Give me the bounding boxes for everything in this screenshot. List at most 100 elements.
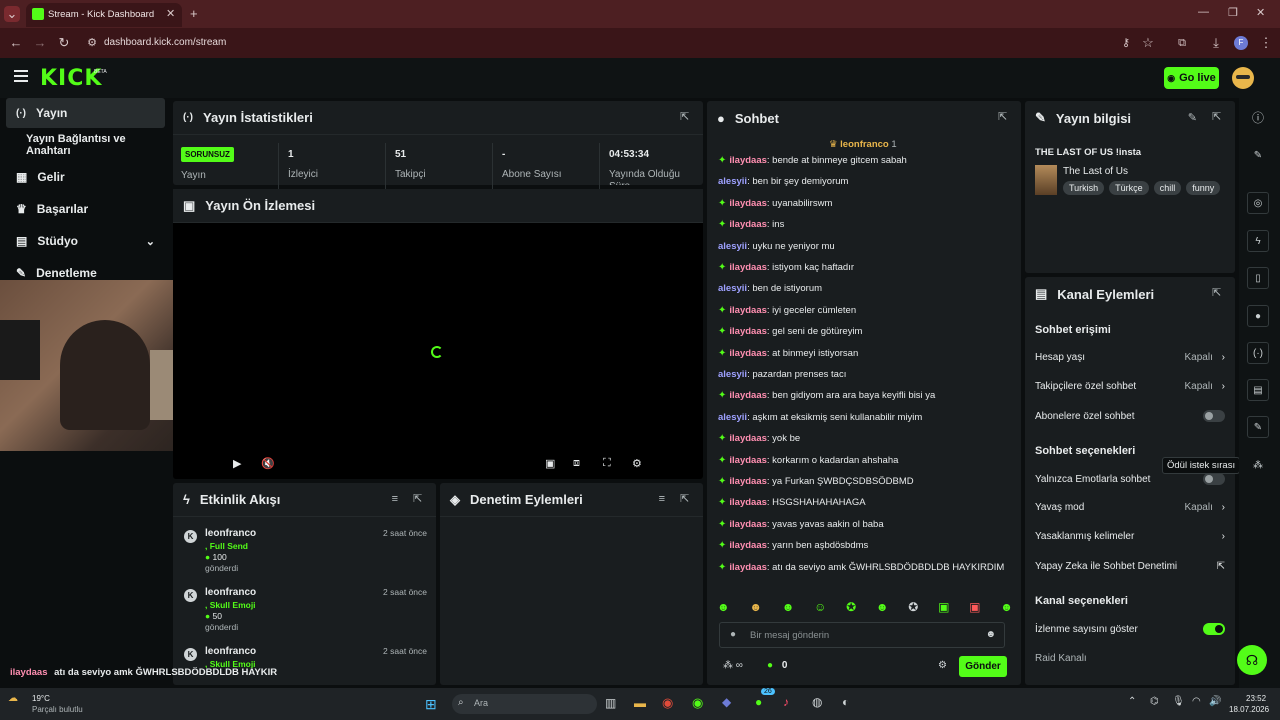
chat-username[interactable]: ilaydaas [729, 198, 767, 209]
discord-icon[interactable]: ◆ [722, 695, 731, 709]
popout-icon[interactable]: ⇱ [998, 112, 1009, 123]
sidebar-item-yayin[interactable]: (·) Yayın [6, 98, 165, 128]
broadcast-icon[interactable]: (·) [1247, 342, 1269, 364]
banned-words-option[interactable]: Yasaklanmış kelimeler › [1035, 531, 1225, 542]
emote-icon[interactable]: ☻ [717, 600, 730, 616]
activity-user[interactable]: leonfranco [205, 528, 256, 539]
account-age-option[interactable]: Hesap yaşı Kapalı › [1035, 352, 1225, 363]
chat-username[interactable]: ilaydaas [729, 497, 767, 508]
stats-icon[interactable]: ◎ [1247, 192, 1269, 214]
theatre-icon[interactable]: ⧈ [573, 457, 580, 470]
info-icon[interactable]: ⓘ [1247, 106, 1269, 128]
url-text[interactable]: dashboard.kick.com/stream [104, 37, 226, 48]
chat-username[interactable]: ilaydaas [729, 262, 767, 273]
slow-mode-option[interactable]: Yavaş mod Kapalı › [1035, 502, 1225, 513]
sidebar-item-gelir[interactable]: ▦ Gelir [6, 162, 165, 192]
reload-icon[interactable]: ↻ [56, 35, 72, 51]
clock-time[interactable]: 23:52 [1246, 694, 1266, 703]
tab-menu-icon[interactable]: ⌄ [4, 6, 20, 22]
chat-username[interactable]: ilaydaas [729, 476, 767, 487]
back-icon[interactable]: ← [8, 35, 24, 51]
popout-icon[interactable]: ⇱ [413, 494, 424, 505]
popout-icon[interactable]: ⇱ [680, 112, 691, 123]
emote-icon[interactable]: ✪ [846, 600, 856, 616]
popout-icon[interactable]: ⇱ [1212, 112, 1223, 123]
reward-queue-icon[interactable]: ⁂ [1247, 454, 1269, 476]
obs-icon[interactable]: ◐ [842, 695, 849, 709]
edit-pencil-icon[interactable]: ✎ [1188, 111, 1197, 124]
chat-username[interactable]: ilaydaas [729, 519, 767, 530]
microphone-icon[interactable]: 🎙 [1172, 696, 1185, 707]
emote-icon[interactable]: ▣ [938, 600, 949, 616]
activity-user[interactable]: leonfranco [205, 646, 256, 657]
chat-username[interactable]: alesyii [718, 369, 747, 380]
chat-username[interactable]: ilaydaas [729, 562, 767, 573]
chat-input[interactable]: ● Bir mesaj gönderin ☻ [719, 622, 1005, 648]
mute-icon[interactable]: 🔇 [261, 457, 275, 470]
profile-avatar[interactable]: F [1234, 36, 1248, 50]
raid-channel-option[interactable]: Raid Kanalı [1035, 653, 1225, 664]
sidebar-item-basarilar[interactable]: ♛ Başarılar [6, 194, 165, 224]
minimize-icon[interactable]: — [1198, 6, 1209, 18]
go-live-button[interactable]: ◉ Go live [1164, 67, 1219, 89]
chat-username[interactable]: ilaydaas [729, 305, 767, 316]
viewer-count-toggle[interactable] [1203, 623, 1225, 635]
download-icon[interactable]: ⤓ [1208, 35, 1224, 51]
steam-icon[interactable]: ◍ [812, 695, 822, 709]
support-headset-icon[interactable]: ☊ [1237, 645, 1267, 675]
chat-users-icon[interactable]: ⁂ ∞ [723, 660, 743, 671]
popout-icon[interactable]: ⇱ [1212, 288, 1223, 299]
browser-menu-icon[interactable]: ⋮ [1258, 35, 1274, 51]
fullscreen-icon[interactable]: ⛶ [603, 457, 611, 470]
bookmark-star-icon[interactable]: ☆ [1140, 35, 1156, 51]
chat-username[interactable]: ilaydaas [729, 326, 767, 337]
chat-username[interactable]: alesyii [718, 241, 747, 252]
hamburger-menu-icon[interactable] [14, 70, 28, 82]
volume-icon[interactable]: 🔊 [1209, 696, 1221, 707]
subs-only-toggle[interactable] [1203, 410, 1225, 422]
edit-pencil-icon[interactable]: ✎ [1247, 144, 1269, 166]
popout-icon[interactable]: ⇱ [680, 494, 691, 505]
pip-icon[interactable]: ▣ [545, 457, 555, 470]
taskbar-search[interactable]: ⌕ Ara [452, 694, 597, 714]
filter-icon[interactable]: ≡ [659, 493, 665, 505]
chrome-icon[interactable]: ◉ [662, 695, 673, 711]
chat-username[interactable]: alesyii [718, 176, 747, 187]
activity-user[interactable]: leonfranco [205, 587, 256, 598]
forward-icon[interactable]: → [32, 35, 48, 51]
new-tab-icon[interactable]: + [190, 6, 198, 21]
settings-gear-icon[interactable]: ⚙ [632, 457, 642, 470]
chat-username[interactable]: ilaydaas [729, 348, 767, 359]
file-explorer-icon[interactable]: ▬ [634, 696, 646, 710]
wifi-icon[interactable]: ◠ [1192, 696, 1201, 707]
pinned-gifter[interactable]: ♛ leonfranco 1 [829, 139, 897, 150]
emote-icon[interactable]: ☻ [876, 600, 889, 616]
wrench-icon[interactable]: ✎ [1247, 416, 1269, 438]
emote-icon[interactable]: ✪ [908, 600, 918, 616]
emote-icon[interactable]: ☻ [749, 600, 762, 616]
tray-chevron-icon[interactable]: ⌃ [1128, 696, 1136, 707]
emote-icon[interactable]: ☻ [782, 600, 795, 616]
tab-close-icon[interactable]: ✕ [166, 7, 175, 20]
tools-icon[interactable]: ▤ [1247, 379, 1269, 401]
chat-username[interactable]: alesyii [718, 283, 747, 294]
ai-moderation-option[interactable]: Yapay Zeka ile Sohbet Denetimi ⇱ [1035, 561, 1225, 572]
emote-only-toggle[interactable] [1203, 473, 1225, 485]
chat-username[interactable]: ilaydaas [729, 540, 767, 551]
browser-tab[interactable]: Stream - Kick Dashboard ✕ [26, 3, 182, 27]
chat-username[interactable]: ilaydaas [729, 390, 767, 401]
user-avatar[interactable] [1232, 67, 1254, 89]
maximize-icon[interactable]: ❐ [1228, 6, 1238, 19]
kick-points[interactable]: ● 0 [767, 660, 787, 671]
chat-username[interactable]: ilaydaas [729, 155, 767, 166]
weather-temp[interactable]: 19°C [32, 694, 50, 703]
chat-bubble-icon[interactable]: ● [1247, 305, 1269, 327]
task-view-icon[interactable]: ▥ [605, 696, 616, 710]
windows-start-icon[interactable]: ⊞ [425, 696, 437, 713]
emote-icon[interactable]: ▣ [969, 600, 980, 616]
spotify-icon[interactable]: ● [755, 695, 762, 709]
chat-username[interactable]: ilaydaas [729, 455, 767, 466]
sidebar-item-stream-key[interactable]: Yayın Bağlantısı ve Anahtarı [6, 130, 165, 160]
play-icon[interactable]: ▶ [233, 457, 241, 470]
emoji-picker-icon[interactable]: ☻ [985, 629, 996, 640]
